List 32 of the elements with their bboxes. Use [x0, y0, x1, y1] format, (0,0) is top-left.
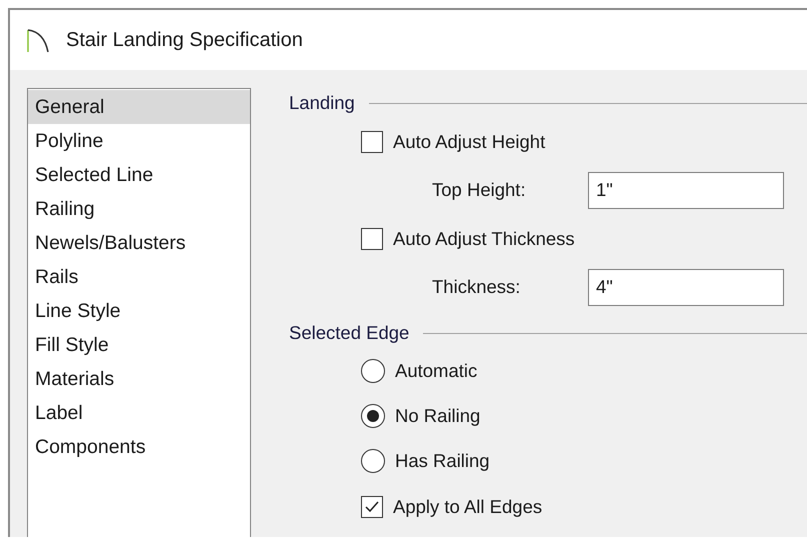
- section-title: Landing: [289, 92, 355, 114]
- window-title: Stair Landing Specification: [66, 28, 303, 52]
- checkbox-label: Auto Adjust Thickness: [392, 228, 575, 250]
- checkbox[interactable]: [361, 130, 383, 152]
- sidebar-item[interactable]: Line Style: [28, 294, 250, 328]
- radio-label: No Railing: [394, 404, 480, 426]
- input-field[interactable]: 4": [588, 268, 784, 306]
- check-icon: [364, 498, 380, 514]
- sidebar-item[interactable]: Fill Style: [28, 328, 250, 362]
- radio-button[interactable]: [361, 358, 385, 382]
- arc-icon: [26, 27, 50, 53]
- sidebar-item[interactable]: General: [28, 90, 250, 124]
- checkbox-label: Auto Adjust Height: [392, 130, 546, 152]
- sidebar-item[interactable]: Newels/Balusters: [28, 226, 250, 260]
- checkbox-label: Apply to All Edges: [392, 496, 542, 518]
- sidebar-item[interactable]: Railing: [28, 192, 250, 226]
- checkbox[interactable]: [361, 228, 383, 250]
- section-title: Selected Edge: [289, 322, 410, 344]
- radio-label: Automatic: [394, 360, 478, 382]
- sidebar-item[interactable]: Label: [28, 396, 250, 430]
- sidebar-item[interactable]: Polyline: [28, 124, 250, 158]
- sidebar-item[interactable]: Rails: [28, 260, 250, 294]
- radio-button[interactable]: [361, 404, 385, 428]
- sidebar-item[interactable]: Selected Line: [28, 158, 250, 192]
- input-field[interactable]: 1": [588, 172, 784, 208]
- radio-button[interactable]: [361, 448, 385, 472]
- field-label: Thickness:: [432, 276, 522, 298]
- sidebar-item[interactable]: Materials: [28, 362, 250, 396]
- sidebar-item[interactable]: Components: [28, 430, 250, 464]
- checkbox[interactable]: [361, 496, 383, 518]
- field-label: Top Height:: [432, 179, 527, 201]
- radio-label: Has Railing: [394, 450, 490, 472]
